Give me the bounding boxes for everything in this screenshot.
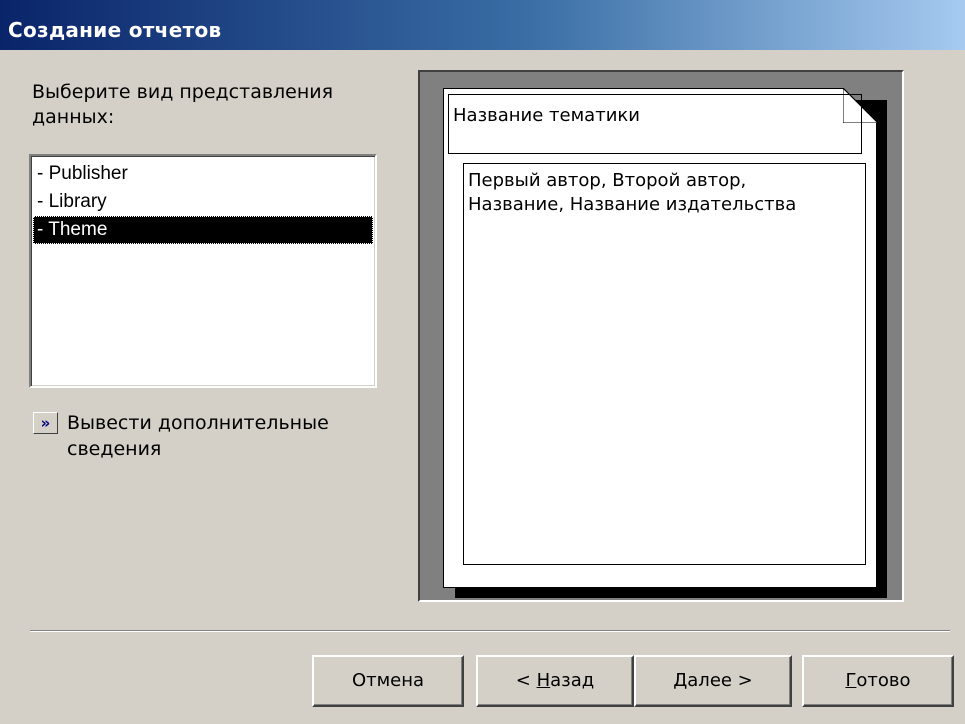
next-button[interactable]: Далее > <box>634 655 792 707</box>
back-button-hotkey: Н <box>536 670 551 691</box>
button-separator <box>30 630 950 632</box>
cancel-button[interactable]: Отмена <box>312 655 464 707</box>
preview-detail-section: Первый автор, Второй автор, Название, На… <box>463 163 866 565</box>
more-info-button[interactable]: » <box>33 412 58 434</box>
list-item-library[interactable]: - Library <box>33 188 373 216</box>
preview-detail-line-1: Первый автор, Второй автор, <box>468 170 747 191</box>
finish-button-hotkey: Г <box>845 670 857 691</box>
prompt-label: Выберите вид представления данных: <box>32 81 334 128</box>
window-title: Создание отчетов <box>0 0 965 50</box>
more-info-label: Вывести дополнительные сведения <box>67 412 329 460</box>
list-item-theme[interactable]: - Theme <box>33 216 373 244</box>
finish-button-rest: отово <box>856 670 911 691</box>
cancel-button-label: Отмена <box>351 670 425 691</box>
back-button-rest: азад <box>550 670 595 691</box>
preview-group-header: Название тематики <box>448 94 862 154</box>
double-chevron-right-icon: » <box>40 414 51 432</box>
finish-button[interactable]: Готово <box>802 655 954 707</box>
next-button-hotkey: Д <box>673 670 688 691</box>
next-button-rest: алее > <box>687 670 753 691</box>
list-item-publisher[interactable]: - Publisher <box>33 160 373 188</box>
back-button[interactable]: < Назад <box>476 655 634 707</box>
views-listbox[interactable]: - Publisher - Library - Theme <box>29 154 377 388</box>
back-button-prefix: < <box>515 670 537 691</box>
preview-detail-line-2: Название, Название издательства <box>468 194 797 215</box>
